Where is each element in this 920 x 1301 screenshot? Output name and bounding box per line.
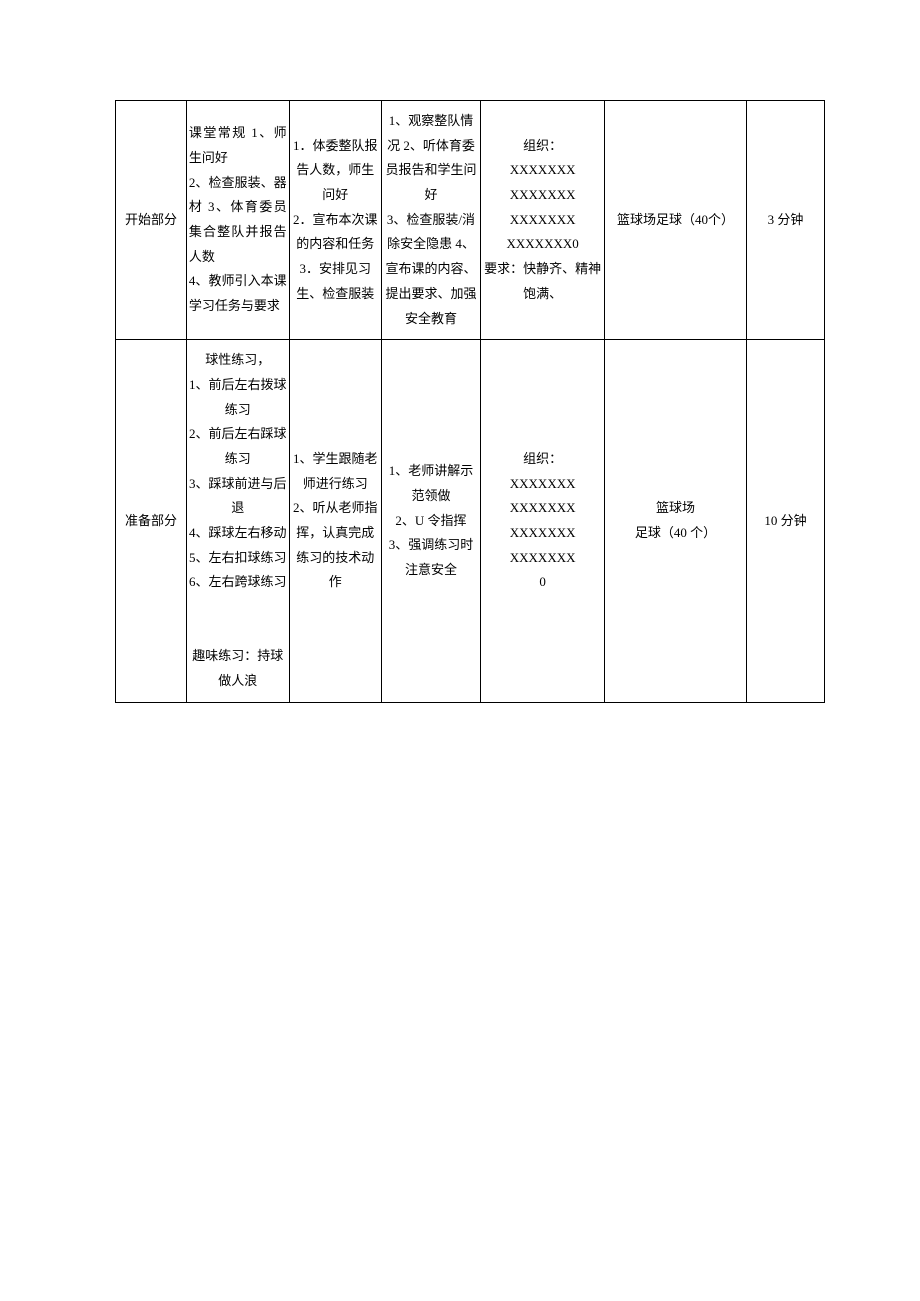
equipment-cell: 篮球场足球（40个） [605, 101, 747, 340]
student-cell: 1、学生跟随老师进行练习 2、听从老师指挥，认真完成练习的技术动作 [289, 340, 381, 703]
table-row: 开始部分 课堂常规 1、师生问好2、检查服装、器材 3、体育委员集合整队并报告人… [116, 101, 825, 340]
equipment-cell: 篮球场足球（40 个） [605, 340, 747, 703]
lesson-plan-table: 开始部分 课堂常规 1、师生问好2、检查服装、器材 3、体育委员集合整队并报告人… [115, 100, 825, 703]
org-cell: 组织：XXXXXXXXXXXXXXXXXXXXXXXXXXXX0要求：快静齐、精… [481, 101, 605, 340]
content-cell: 课堂常规 1、师生问好2、检查服装、器材 3、体育委员集合整队并报告人数4、教师… [186, 101, 289, 340]
section-cell: 准备部分 [116, 340, 187, 703]
time-cell: 3 分钟 [746, 101, 824, 340]
section-cell: 开始部分 [116, 101, 187, 340]
org-cell: 组织：XXXXXXXXXXXXXXXXXXXXXXXXXXXX0 [481, 340, 605, 703]
teacher-cell: 1、观察整队情况 2、听体育委员报告和学生问好3、检查服装/消除安全隐患 4、宣… [381, 101, 480, 340]
student-cell: 1．体委整队报告人数，师生问好2．宣布本次课的内容和任务3．安排见习生、检查服装 [289, 101, 381, 340]
time-cell: 10 分钟 [746, 340, 824, 703]
table-row: 准备部分 球性练习，1、前后左右拨球练习2、前后左右踩球练习3、踩球前进与后退4… [116, 340, 825, 703]
content-cell: 球性练习，1、前后左右拨球练习2、前后左右踩球练习3、踩球前进与后退4、踩球左右… [186, 340, 289, 703]
teacher-cell: 1、老师讲解示范领做2、U 令指挥3、强调练习时注意安全 [381, 340, 480, 703]
